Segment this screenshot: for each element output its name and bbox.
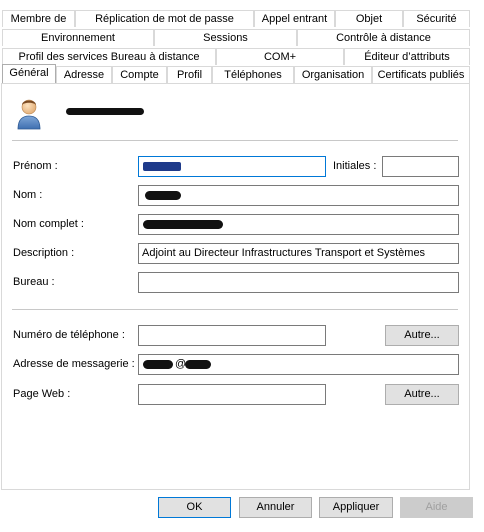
tab-row-1: Membre de Réplication de mot de passe Ap… (0, 10, 470, 28)
webpage-label: Page Web : (13, 388, 71, 400)
tab-environnement[interactable]: Environnement (2, 29, 154, 46)
first-name-label: Prénom : (13, 160, 58, 172)
tab-editeur-attributs[interactable]: Éditeur d’attributs (344, 48, 470, 65)
first-name-redacted (143, 162, 181, 171)
full-name-label: Nom complet : (13, 218, 84, 230)
cancel-button[interactable]: Annuler (239, 497, 312, 518)
separator-top (12, 140, 458, 141)
tab-row-4: Général Adresse Compte Profil Téléphones… (0, 64, 470, 84)
tab-membre-de[interactable]: Membre de (2, 10, 75, 27)
office-label: Bureau : (13, 276, 55, 288)
tab-profil[interactable]: Profil (167, 66, 212, 83)
phone-label: Numéro de téléphone : (13, 329, 125, 341)
last-name-field[interactable] (138, 185, 459, 206)
tab-com-plus[interactable]: COM+ (216, 48, 344, 65)
general-tab-panel: Prénom : Initiales : Nom : Nom complet :… (1, 83, 470, 490)
email-field[interactable]: @ (138, 354, 459, 375)
office-field[interactable] (138, 272, 459, 293)
tab-adresse[interactable]: Adresse (56, 66, 112, 83)
apply-button[interactable]: Appliquer (319, 497, 393, 518)
email-label: Adresse de messagerie : (13, 358, 135, 370)
help-button[interactable]: Aide (400, 497, 473, 518)
email-domain-redacted (185, 360, 211, 369)
tab-controle-a-distance[interactable]: Contrôle à distance (297, 29, 470, 46)
email-user-redacted (143, 360, 173, 369)
full-name-field[interactable] (138, 214, 459, 235)
webpage-field[interactable] (138, 384, 326, 405)
tab-row-3: Profil des services Bureau à distance CO… (0, 48, 470, 66)
initials-label: Initiales : (333, 160, 377, 172)
tab-objet[interactable]: Objet (335, 10, 403, 27)
initials-field[interactable] (382, 156, 459, 177)
tab-appel-entrant[interactable]: Appel entrant (254, 10, 335, 27)
tab-sessions[interactable]: Sessions (154, 29, 297, 46)
tab-securite[interactable]: Sécurité (403, 10, 470, 27)
webpage-other-button[interactable]: Autre... (385, 384, 459, 405)
user-icon (15, 96, 43, 130)
tab-replication-mot-de-passe[interactable]: Réplication de mot de passe (75, 10, 254, 27)
first-name-field[interactable] (138, 156, 326, 177)
last-name-redacted (145, 191, 181, 200)
separator-middle (12, 309, 458, 310)
phone-other-button[interactable]: Autre... (385, 325, 459, 346)
user-name-redacted (66, 108, 144, 115)
tab-compte[interactable]: Compte (112, 66, 167, 83)
description-field[interactable]: Adjoint au Directeur Infrastructures Tra… (138, 243, 459, 264)
last-name-label: Nom : (13, 189, 43, 201)
tab-profil-services-bureau-distance[interactable]: Profil des services Bureau à distance (2, 48, 216, 65)
tab-row-2: Environnement Sessions Contrôle à distan… (0, 29, 470, 47)
tab-organisation[interactable]: Organisation (294, 66, 372, 83)
tab-certificats-publies[interactable]: Certificats publiés (372, 66, 470, 83)
tab-general[interactable]: Général (2, 64, 56, 83)
description-label: Description : (13, 247, 75, 259)
full-name-redacted (143, 220, 223, 229)
tab-telephones[interactable]: Téléphones (212, 66, 294, 83)
phone-field[interactable] (138, 325, 326, 346)
ok-button[interactable]: OK (158, 497, 231, 518)
